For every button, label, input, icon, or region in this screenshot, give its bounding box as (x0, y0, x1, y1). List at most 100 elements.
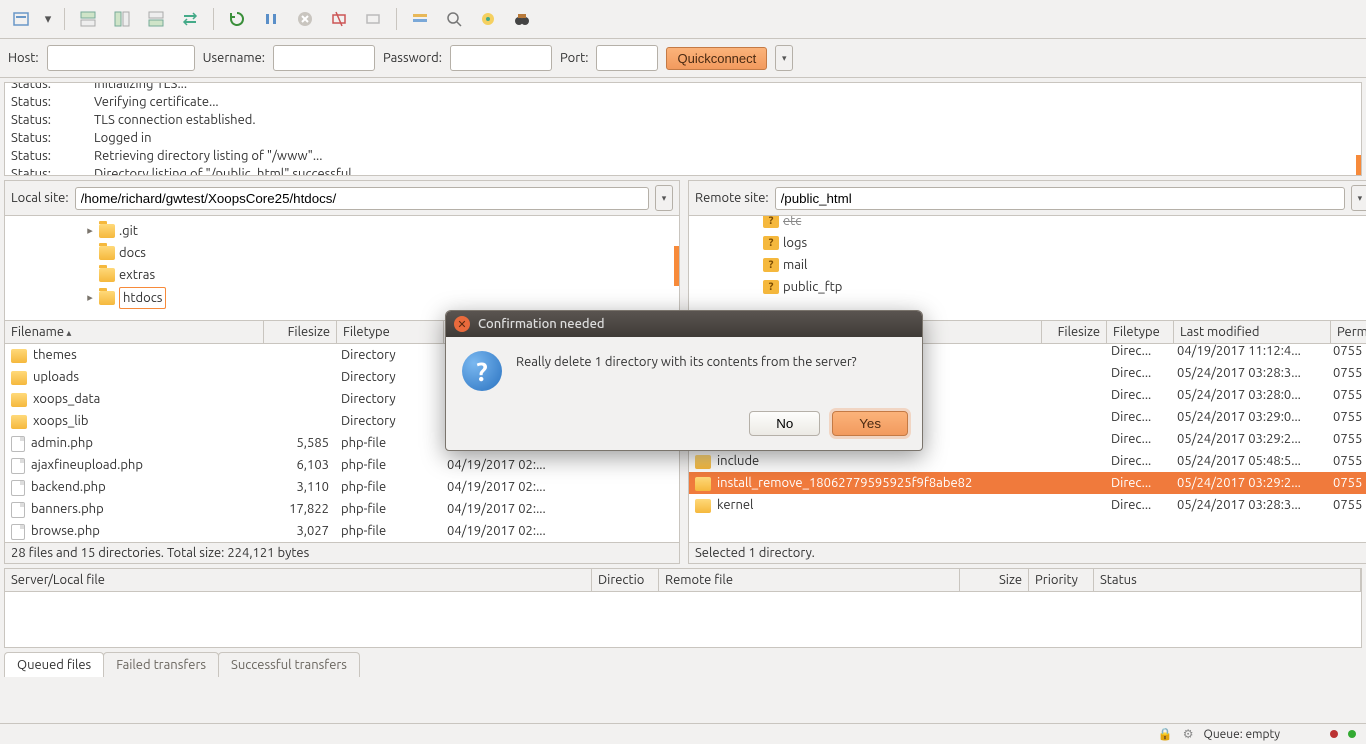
password-input[interactable] (450, 45, 552, 71)
tree-item[interactable]: ?logs (689, 232, 1366, 254)
folder-icon (99, 246, 115, 260)
folder-icon: ? (763, 280, 779, 294)
status-bar: 🔒 ⚙ Queue: empty (0, 723, 1366, 744)
toggle-tree-button[interactable] (107, 4, 137, 34)
log-line: Status:TLS connection established. (5, 111, 1361, 129)
tab-queued[interactable]: Queued files (4, 652, 104, 677)
username-label: Username: (203, 51, 265, 65)
site-manager-button[interactable] (6, 4, 36, 34)
tree-item[interactable]: ▸.git (5, 220, 679, 242)
filter-button[interactable] (405, 4, 435, 34)
log-line: Status:Directory listing of "/public_htm… (5, 165, 1361, 176)
folder-icon (695, 499, 711, 513)
tab-success[interactable]: Successful transfers (218, 652, 360, 677)
compare-button[interactable] (473, 4, 503, 34)
dropdown-icon[interactable]: ▾ (40, 4, 56, 34)
col-remote-file[interactable]: Remote file (659, 569, 960, 591)
gear-icon[interactable]: ⚙ (1183, 727, 1194, 741)
file-row[interactable]: backend.php3,110php-file04/19/2017 02:..… (5, 476, 679, 498)
tab-failed[interactable]: Failed transfers (103, 652, 219, 677)
quickconnect-history-button[interactable]: ▾ (775, 45, 793, 71)
folder-icon (11, 415, 27, 429)
file-row[interactable]: kernelDirec...05/24/2017 03:28:3...0755 (689, 494, 1366, 516)
file-row[interactable]: includeDirec...05/24/2017 05:48:5...0755 (689, 450, 1366, 472)
confirmation-dialog: ✕ Confirmation needed ? Really delete 1 … (445, 310, 923, 451)
tree-item[interactable]: ?etc (689, 216, 1366, 232)
log-line: Status:Initializing TLS... (5, 82, 1361, 93)
folder-icon (99, 291, 115, 305)
question-icon: ? (462, 351, 502, 391)
tree-item[interactable]: docs (5, 242, 679, 264)
file-icon (11, 524, 25, 540)
port-input[interactable] (596, 45, 658, 71)
toggle-queue-button[interactable] (141, 4, 171, 34)
folder-icon (11, 393, 27, 407)
no-button[interactable]: No (749, 411, 820, 436)
cancel-button[interactable] (290, 4, 320, 34)
remote-path-dropdown[interactable]: ▾ (1351, 185, 1366, 211)
log-line: Status:Logged in (5, 129, 1361, 147)
remote-site-label: Remote site: (695, 191, 769, 205)
host-input[interactable] (47, 45, 195, 71)
toggle-log-button[interactable] (73, 4, 103, 34)
col-status[interactable]: Status (1094, 569, 1361, 591)
dialog-title: Confirmation needed (478, 317, 605, 331)
reconnect-button[interactable] (358, 4, 388, 34)
file-icon (11, 436, 25, 452)
tree-item[interactable]: extras (5, 264, 679, 286)
file-row[interactable]: browse.php3,027php-file04/19/2017 02:... (5, 520, 679, 542)
col-filename[interactable]: Filename (5, 321, 264, 343)
folder-icon (695, 455, 711, 469)
local-tree-scrollbar[interactable] (674, 246, 679, 286)
dialog-message: Really delete 1 directory with its conte… (516, 351, 857, 369)
binoculars-icon[interactable] (507, 4, 537, 34)
col-direction[interactable]: Directio (592, 569, 659, 591)
queue-status: Queue: empty (1204, 728, 1280, 741)
search-button[interactable] (439, 4, 469, 34)
transfer-queue: Server/Local file Directio Remote file S… (4, 568, 1362, 648)
refresh-button[interactable] (222, 4, 252, 34)
local-site-label: Local site: (11, 191, 69, 205)
col-priority[interactable]: Priority (1029, 569, 1094, 591)
disconnect-button[interactable] (324, 4, 354, 34)
process-queue-button[interactable] (256, 4, 286, 34)
queue-tabs: Queued files Failed transfers Successful… (4, 652, 1362, 677)
folder-icon: ? (763, 216, 779, 228)
sync-browse-button[interactable] (175, 4, 205, 34)
local-path-input[interactable] (75, 187, 649, 210)
folder-icon (695, 477, 711, 491)
folder-icon (99, 224, 115, 238)
remote-path-input[interactable] (775, 187, 1345, 210)
file-row[interactable]: banners.php17,822php-file04/19/2017 02:.… (5, 498, 679, 520)
quickconnect-bar: Host: Username: Password: Port: Quickcon… (0, 39, 1366, 78)
message-log[interactable]: Status:Initializing TLS...Status:Verifyi… (4, 82, 1362, 176)
folder-icon: ? (763, 236, 779, 250)
local-tree[interactable]: ▸.gitdocsextras▸htdocs (5, 216, 679, 320)
folder-icon (99, 268, 115, 282)
folder-icon: ? (763, 258, 779, 272)
close-icon[interactable]: ✕ (454, 316, 470, 332)
col-filetype[interactable]: Filetype (337, 321, 444, 343)
status-dot-green (1348, 730, 1356, 738)
log-scrollbar[interactable] (1356, 155, 1361, 175)
remote-tree[interactable]: ?etc ?logs?mail?public_ftp (689, 216, 1366, 320)
username-input[interactable] (273, 45, 375, 71)
remote-status: Selected 1 directory. (689, 542, 1366, 563)
col-filesize[interactable]: Filesize (264, 321, 337, 343)
col-size[interactable]: Size (960, 569, 1029, 591)
quickconnect-button[interactable]: Quickconnect (666, 47, 767, 70)
yes-button[interactable]: Yes (832, 411, 908, 436)
col-local-file[interactable]: Server/Local file (5, 569, 592, 591)
local-path-dropdown[interactable]: ▾ (655, 185, 673, 211)
folder-icon (11, 371, 27, 385)
local-status: 28 files and 15 directories. Total size:… (5, 542, 679, 563)
status-dot-red (1330, 730, 1338, 738)
port-label: Port: (560, 51, 588, 65)
file-row[interactable]: install_remove_18062779595925f9f8abe82Di… (689, 472, 1366, 494)
tree-item[interactable]: ▸htdocs (5, 286, 679, 310)
tree-item[interactable]: ?mail (689, 254, 1366, 276)
file-icon (11, 502, 25, 518)
file-row[interactable]: ajaxfineupload.php6,103php-file04/19/201… (5, 454, 679, 476)
tree-item[interactable]: ?public_ftp (689, 276, 1366, 298)
file-icon (11, 480, 25, 496)
